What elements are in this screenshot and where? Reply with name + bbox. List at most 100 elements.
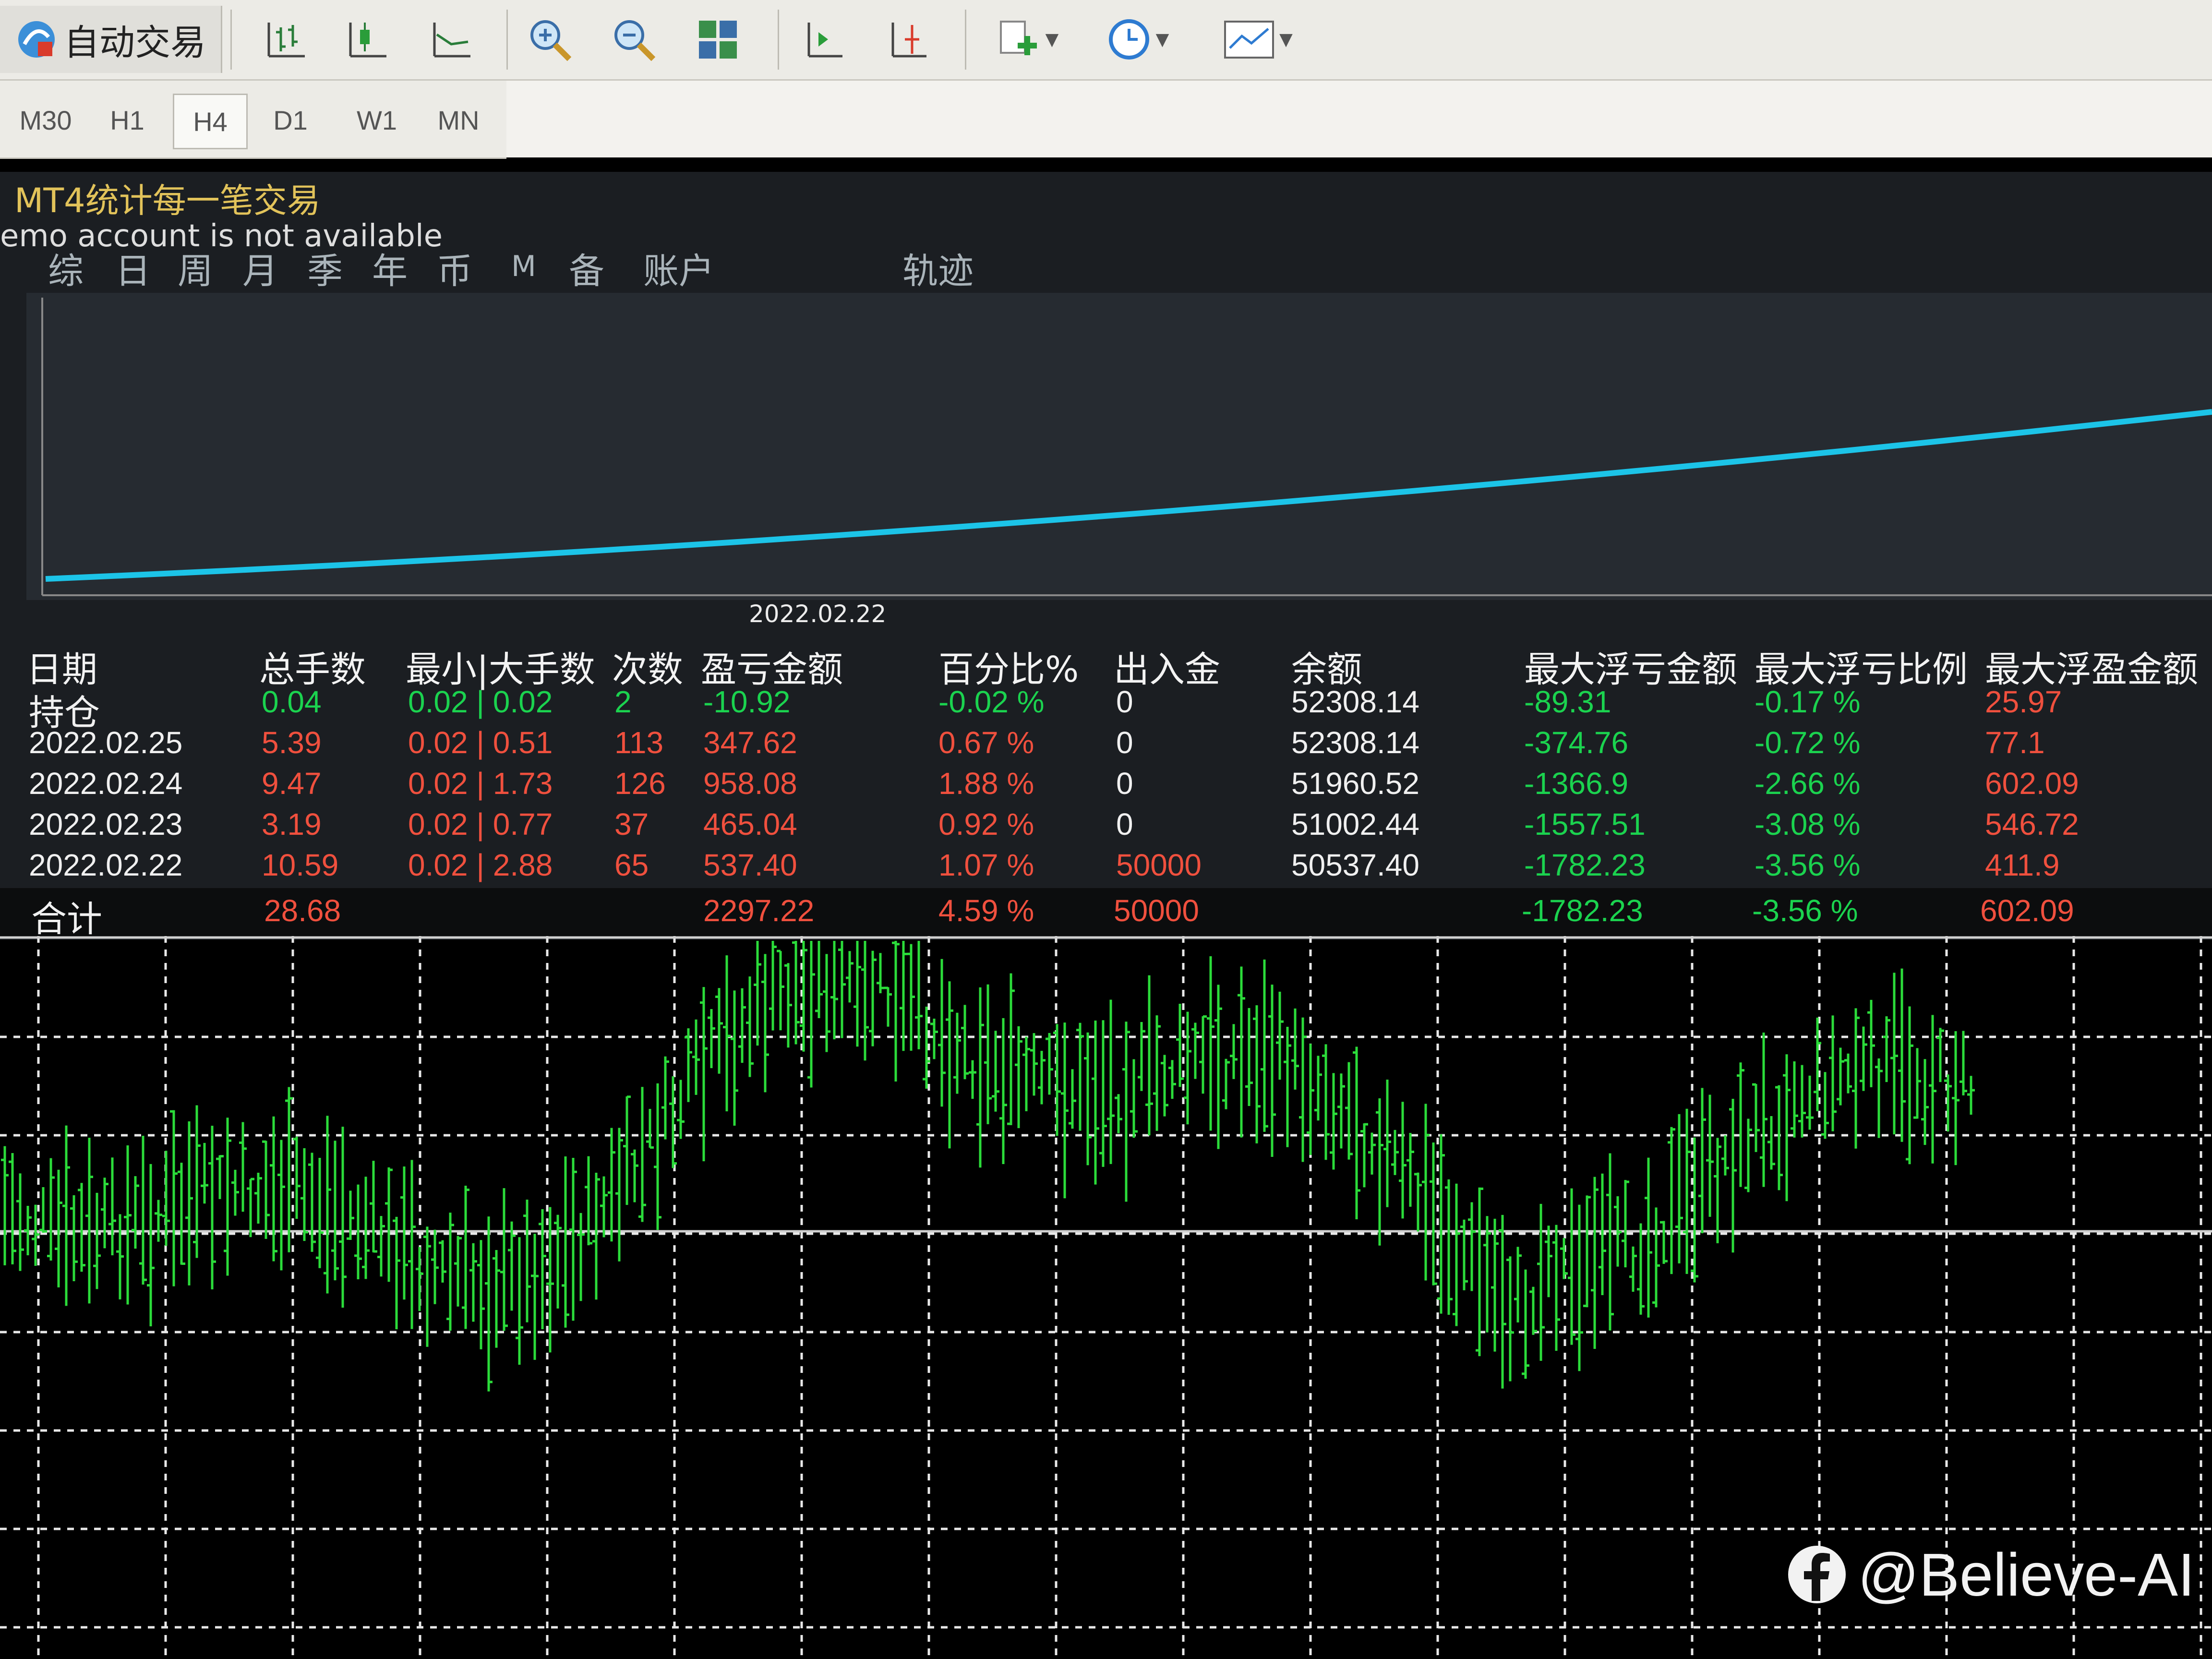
total-pnl: 2297.22 bbox=[703, 893, 815, 928]
timeframe-h4[interactable]: H4 bbox=[173, 94, 248, 149]
price-bar bbox=[1161, 1055, 1168, 1117]
templates-icon bbox=[1224, 20, 1274, 59]
price-bar bbox=[1053, 1024, 1061, 1136]
price-bar bbox=[938, 959, 946, 1107]
price-bar bbox=[262, 1140, 270, 1239]
price-bar bbox=[600, 1176, 608, 1238]
price-bar bbox=[969, 1060, 976, 1099]
price-bar bbox=[1138, 1022, 1145, 1091]
curve-date-label: 2022.02.22 bbox=[749, 600, 887, 628]
price-bar bbox=[316, 1158, 324, 1268]
cell-lots: 10.59 bbox=[262, 848, 339, 882]
price-bar bbox=[1844, 1053, 1852, 1094]
cell-inout: 0 bbox=[1116, 807, 1133, 842]
timeframe-m30[interactable]: M30 bbox=[10, 94, 82, 146]
price-bar bbox=[1130, 1059, 1138, 1138]
timeframe-h1[interactable]: H1 bbox=[96, 94, 158, 146]
price-bar bbox=[1960, 1031, 1967, 1095]
price-bar bbox=[1414, 1172, 1422, 1232]
price-bar bbox=[1360, 1123, 1368, 1188]
cell-minmax: 0.02 | 2.88 bbox=[408, 848, 553, 882]
auto-trading-button[interactable]: 自动交易 bbox=[0, 6, 222, 73]
price-bar bbox=[1683, 1108, 1691, 1274]
price-bar bbox=[615, 1128, 623, 1262]
price-bar bbox=[976, 987, 984, 1168]
equity-curve-line bbox=[45, 409, 2212, 582]
price-bar bbox=[1076, 1022, 1084, 1131]
price-bar bbox=[1652, 1207, 1660, 1308]
panel-title: MT4统计每一笔交易 bbox=[14, 181, 321, 220]
price-bar bbox=[685, 1028, 692, 1102]
menu-m[interactable]: M bbox=[511, 250, 536, 283]
price-bar bbox=[254, 1173, 262, 1224]
periods-dropdown[interactable]: ▼ bbox=[1090, 6, 1186, 73]
chart-shift-button[interactable] bbox=[797, 6, 850, 73]
price-bar bbox=[1537, 1203, 1545, 1361]
bar-chart-button[interactable] bbox=[259, 6, 312, 73]
menu-year[interactable]: 年 bbox=[372, 242, 408, 294]
price-bar bbox=[877, 953, 884, 994]
price-bar bbox=[623, 1095, 631, 1205]
indicators-dropdown[interactable]: ▼ bbox=[979, 6, 1075, 73]
price-bar bbox=[1514, 1247, 1522, 1322]
menu-summary[interactable]: 综 bbox=[48, 242, 84, 294]
price-bar bbox=[1760, 1033, 1767, 1187]
price-bar bbox=[1568, 1188, 1575, 1345]
price-bar bbox=[1560, 1238, 1568, 1279]
timeframe-d1[interactable]: D1 bbox=[259, 94, 322, 146]
total-max-profit: 602.09 bbox=[1980, 893, 2074, 928]
price-bar bbox=[485, 1216, 493, 1392]
price-bar bbox=[277, 1140, 285, 1271]
menu-account[interactable]: 账户 bbox=[643, 242, 714, 294]
menu-track[interactable]: 轨迹 bbox=[902, 242, 974, 294]
timeframe-w1[interactable]: W1 bbox=[346, 94, 408, 146]
toolbar-empty-area bbox=[506, 81, 2212, 157]
price-bar bbox=[431, 1229, 439, 1304]
equity-curve-chart bbox=[41, 298, 2212, 596]
cell-pct: 0.92 % bbox=[938, 807, 1034, 842]
menu-day[interactable]: 日 bbox=[115, 242, 151, 294]
price-bar bbox=[1092, 1021, 1099, 1185]
price-bar bbox=[1575, 1204, 1583, 1371]
menu-week[interactable]: 周 bbox=[178, 242, 213, 294]
price-bar bbox=[377, 1216, 385, 1277]
zoom-out-button[interactable] bbox=[607, 6, 660, 73]
templates-dropdown[interactable]: ▼ bbox=[1205, 6, 1310, 73]
price-bar bbox=[1337, 1073, 1345, 1149]
cell-balance: 51002.44 bbox=[1291, 807, 1419, 842]
menu-currency[interactable]: 币 bbox=[437, 242, 472, 294]
menu-quarter[interactable]: 季 bbox=[307, 242, 343, 294]
price-bar bbox=[930, 1019, 938, 1059]
price-bar bbox=[815, 941, 823, 1018]
auto-trading-label: 自动交易 bbox=[64, 22, 206, 63]
price-bar bbox=[178, 1163, 185, 1265]
price-bar bbox=[854, 941, 861, 1047]
cell-count: 2 bbox=[614, 685, 632, 719]
autoscroll-button[interactable] bbox=[881, 6, 934, 73]
zoom-in-button[interactable] bbox=[523, 6, 576, 73]
tile-windows-button[interactable] bbox=[691, 6, 744, 73]
price-bar bbox=[1391, 1130, 1399, 1175]
price-bar bbox=[55, 1169, 62, 1287]
cell-balance: 51960.52 bbox=[1291, 766, 1419, 801]
timeframe-mn[interactable]: MN bbox=[422, 94, 494, 146]
price-bar bbox=[1906, 1006, 1913, 1165]
price-bar bbox=[661, 1056, 669, 1140]
price-bar bbox=[1721, 1135, 1729, 1176]
menu-notes[interactable]: 备 bbox=[569, 242, 604, 294]
price-bar bbox=[1468, 1202, 1476, 1291]
cell-date: 2022.02.22 bbox=[29, 848, 183, 882]
price-bar bbox=[1645, 1157, 1652, 1318]
price-bar bbox=[469, 1243, 477, 1322]
menu-month[interactable]: 月 bbox=[242, 242, 278, 294]
price-bar bbox=[861, 941, 869, 1061]
price-bar bbox=[1829, 1015, 1837, 1131]
line-chart-button[interactable] bbox=[425, 6, 478, 73]
price-bar bbox=[423, 1226, 431, 1347]
price-bar bbox=[1383, 1079, 1391, 1207]
cell-pct: 1.07 % bbox=[938, 848, 1034, 882]
price-bar bbox=[1407, 1132, 1414, 1207]
price-bar bbox=[101, 1178, 108, 1249]
candlestick-button[interactable] bbox=[341, 6, 394, 73]
cell-maxloss: -1782.23 bbox=[1524, 848, 1646, 882]
